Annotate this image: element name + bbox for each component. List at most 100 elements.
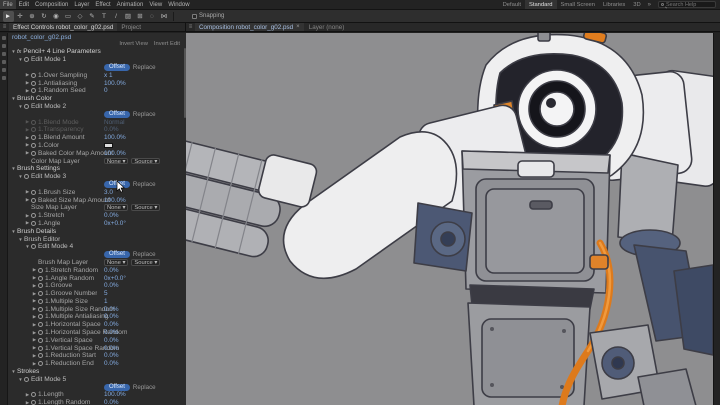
stopwatch-icon[interactable]	[38, 322, 43, 328]
layer-dropdown[interactable]: None ▾	[104, 157, 129, 165]
effect-row[interactable]: ▶ 1.Random Seed 0	[8, 87, 186, 95]
workspace-overflow-icon[interactable]: »	[645, 2, 654, 8]
effect-row[interactable]: ▶ 1.Multiple Size 1	[8, 298, 186, 306]
stopwatch-icon[interactable]	[31, 135, 36, 141]
effect-row[interactable]: ▶ 1.Groove 0.0%	[8, 282, 186, 290]
effect-row[interactable]: ▶ 1.Transparency 0.0%	[8, 126, 186, 134]
param-value[interactable]: 0.0%	[104, 306, 119, 313]
composition-viewer[interactable]	[186, 33, 713, 405]
panel-menu-icon[interactable]: ≡	[0, 23, 9, 31]
effect-layer-name[interactable]: robot_color_g02.psd	[12, 34, 71, 41]
dock-icon[interactable]	[1, 44, 6, 48]
stopwatch-icon[interactable]	[38, 283, 43, 289]
stopwatch-icon[interactable]	[38, 353, 43, 359]
workspace-3d[interactable]: 3D	[629, 0, 644, 9]
twirl-icon[interactable]: ▶	[31, 291, 38, 297]
effect-row[interactable]: OffsetReplace	[8, 110, 186, 118]
stopwatch-icon[interactable]	[31, 220, 36, 226]
twirl-icon[interactable]: ▼	[24, 244, 31, 249]
clone-stamp-tool[interactable]: ⊞	[135, 11, 146, 22]
stopwatch-icon[interactable]	[31, 244, 36, 250]
param-value[interactable]: 0	[104, 87, 108, 94]
effect-row[interactable]: ▶ 1.Multiple Antialiasing 0.0%	[8, 313, 186, 321]
effect-row[interactable]: ▶ 1.Reduction End 0.0%	[8, 360, 186, 368]
tab-project[interactable]: Project	[117, 23, 145, 31]
pencil-tool[interactable]: /	[111, 11, 122, 22]
stopwatch-icon[interactable]	[31, 150, 36, 156]
effect-row[interactable]: ▶ 1.Stretch Random 0.0%	[8, 266, 186, 274]
param-value[interactable]: 0.0%	[104, 345, 119, 352]
effect-row[interactable]: ▶ 1.Antialiasing 100.0%	[8, 79, 186, 87]
param-value[interactable]: 100.0%	[104, 80, 126, 87]
effect-row[interactable]: Brush Map Layer None ▾ Source ▾	[8, 259, 186, 267]
param-value[interactable]: 0.0%	[104, 329, 119, 336]
snapping-toggle[interactable]: Snapping	[192, 10, 224, 22]
param-value[interactable]: 0x+0.0°	[104, 275, 126, 282]
effect-row[interactable]: ▼ Brush Color	[8, 95, 186, 103]
effect-row[interactable]: ▶ 1.Groove Number 5	[8, 290, 186, 298]
stopwatch-icon[interactable]	[38, 298, 43, 304]
offset-button[interactable]: Offset	[104, 251, 130, 259]
twirl-icon[interactable]: ▶	[24, 72, 31, 78]
param-value[interactable]: 0x+0.0°	[104, 220, 126, 227]
menu-layer[interactable]: Layer	[71, 0, 92, 9]
dock-icon[interactable]	[1, 36, 6, 40]
stopwatch-icon[interactable]	[38, 306, 43, 312]
eraser-tool[interactable]: ◌	[147, 11, 158, 22]
link-invert-edit[interactable]: Invert Edit	[154, 41, 180, 48]
effect-row[interactable]: ▶ 1.Reduction Start 0.0%	[8, 352, 186, 360]
stopwatch-icon[interactable]	[24, 57, 29, 63]
effect-row[interactable]: OffsetReplace	[8, 383, 186, 391]
workspace-small-screen[interactable]: Small Screen	[557, 0, 599, 9]
param-value[interactable]: 100.0%	[104, 134, 126, 141]
twirl-icon[interactable]: ▶	[31, 314, 38, 320]
param-value[interactable]: 0.0%	[104, 267, 119, 274]
offset-button[interactable]: Offset	[104, 64, 130, 71]
source-dropdown[interactable]: Source ▾	[131, 204, 161, 211]
zoom-tool[interactable]: ⊕	[27, 11, 38, 22]
workspace-default[interactable]: Default	[499, 0, 525, 9]
stopwatch-icon[interactable]	[31, 142, 36, 148]
twirl-icon[interactable]: ▼	[10, 229, 17, 234]
stopwatch-icon[interactable]	[38, 275, 43, 281]
effect-row[interactable]: ▼ Edit Mode 4	[8, 243, 186, 251]
twirl-icon[interactable]: ▼	[17, 377, 24, 382]
param-value[interactable]: 100.0%	[104, 150, 126, 157]
stopwatch-icon[interactable]	[31, 189, 36, 195]
stopwatch-icon[interactable]	[24, 376, 29, 382]
stopwatch-icon[interactable]	[31, 197, 36, 203]
twirl-icon[interactable]: ▶	[24, 88, 31, 94]
viewer-panel-menu-icon[interactable]: ≡	[186, 23, 195, 31]
color-swatch[interactable]	[104, 142, 113, 148]
param-value[interactable]: 0.0%	[104, 337, 119, 344]
effect-row[interactable]: ▼ fx Pencil+ 4 Line Parameters	[8, 48, 186, 56]
twirl-icon[interactable]: ▶	[24, 189, 31, 195]
brush-tool[interactable]: ▨	[123, 11, 134, 22]
stopwatch-icon[interactable]	[31, 72, 36, 78]
twirl-icon[interactable]: ▼	[10, 166, 17, 171]
param-value[interactable]: 100.0%	[104, 391, 126, 398]
stopwatch-icon[interactable]	[31, 213, 36, 219]
stopwatch-icon[interactable]	[31, 80, 36, 86]
effect-row[interactable]: OffsetReplace	[8, 64, 186, 72]
twirl-icon[interactable]: ▼	[17, 104, 24, 109]
menu-edit[interactable]: Edit	[16, 0, 32, 9]
effect-row[interactable]: ▼ Brush Details	[8, 227, 186, 235]
menu-file[interactable]: File	[0, 0, 16, 9]
effect-row[interactable]: OffsetReplace	[8, 251, 186, 259]
stopwatch-icon[interactable]	[31, 127, 36, 133]
twirl-icon[interactable]: ▶	[31, 298, 38, 304]
effect-row[interactable]: ▶ 1.Horizontal Space 0.0%	[8, 321, 186, 329]
stopwatch-icon[interactable]	[38, 330, 43, 336]
effect-row[interactable]: Size Map Layer None ▾ Source ▾	[8, 204, 186, 212]
effect-row[interactable]: ▶ 1.Color	[8, 142, 186, 150]
param-value[interactable]: 0.0%	[104, 126, 119, 133]
effect-row[interactable]: ▶ 1.Vertical Space 0.0%	[8, 336, 186, 344]
effect-row[interactable]: ▶ 1.Stretch 0.0%	[8, 212, 186, 220]
snapping-checkbox[interactable]	[192, 13, 197, 19]
offset-button[interactable]: Offset	[104, 110, 130, 118]
param-value[interactable]: 1	[104, 298, 108, 305]
effect-row[interactable]: ▶ Baked Size Map Amount 100.0%	[8, 196, 186, 204]
menu-composition[interactable]: Composition	[32, 0, 71, 9]
close-icon[interactable]: ×	[296, 24, 300, 30]
